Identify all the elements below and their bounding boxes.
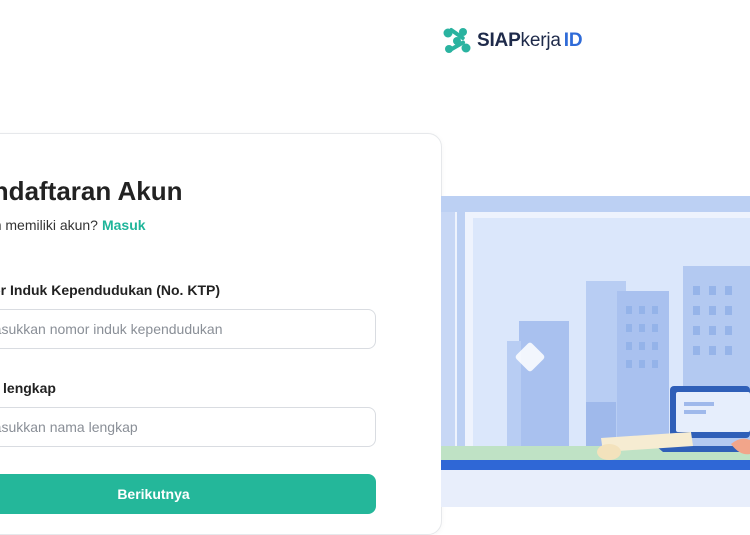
page-title: Pendaftaran Akun [0, 176, 183, 206]
next-button[interactable]: Berikutnya [0, 474, 376, 514]
full-name-input[interactable] [0, 407, 376, 447]
login-prompt-text: Sudah memiliki akun? [0, 217, 98, 233]
logo-wordmark: SIAPkerja ID [477, 26, 583, 56]
ktp-input[interactable] [0, 309, 376, 349]
siapkerja-logo[interactable]: SIAPkerja ID [441, 26, 583, 56]
siapkerja-logo-icon [443, 27, 471, 53]
city-office-illustration [441, 196, 750, 507]
logo-kerja: kerja [520, 30, 561, 51]
login-prompt: Sudah memiliki akun?Masuk [0, 217, 146, 233]
logo-siap: SIAP [477, 30, 521, 51]
full-name-label: Nama lengkap [0, 380, 56, 396]
login-link[interactable]: Masuk [102, 217, 146, 233]
logo-id: ID [563, 30, 583, 51]
ktp-label: Nomor Induk Kependudukan (No. KTP) [0, 282, 220, 298]
registration-card: Pendaftaran Akun Sudah memiliki akun?Mas… [0, 133, 442, 535]
